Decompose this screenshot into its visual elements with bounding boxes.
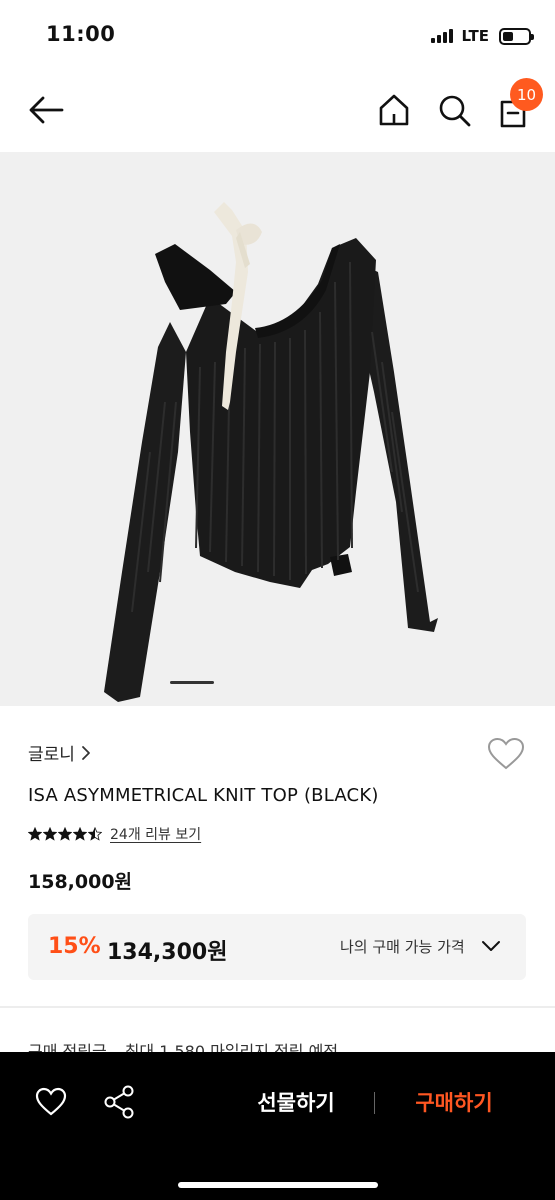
- star-icon: [58, 827, 72, 841]
- brand-link[interactable]: 글로니: [28, 740, 91, 765]
- product-image-carousel[interactable]: [0, 152, 555, 706]
- section-divider: [0, 1006, 555, 1008]
- top-nav-bar: [0, 70, 555, 152]
- star-icon: [28, 827, 42, 841]
- back-arrow-icon[interactable]: [26, 92, 66, 128]
- original-price: 158,000원: [28, 871, 133, 893]
- rating-row: 24개 리뷰 보기: [28, 824, 201, 844]
- review-link[interactable]: 24개 리뷰 보기: [110, 824, 201, 844]
- search-icon[interactable]: [436, 92, 472, 128]
- carousel-indicator: [170, 681, 214, 684]
- status-indicators: LTE: [431, 24, 534, 48]
- chevron-down-icon: [482, 941, 500, 951]
- heart-icon[interactable]: [34, 1086, 68, 1118]
- buy-button[interactable]: 구매하기: [392, 1082, 516, 1122]
- gift-button[interactable]: 선물하기: [236, 1082, 356, 1122]
- star-icon: [88, 827, 102, 841]
- product-title: ISA ASYMMETRICAL KNIT TOP (BLACK): [28, 785, 379, 806]
- my-price-box[interactable]: 15% 134,300원 나의 구매 가능 가격: [28, 914, 526, 980]
- star-icon: [43, 827, 57, 841]
- status-bar: 11:00 LTE: [0, 0, 555, 70]
- network-label: LTE: [461, 27, 489, 45]
- home-indicator[interactable]: [178, 1182, 378, 1188]
- my-price-label: 나의 구매 가능 가격: [340, 938, 465, 956]
- battery-level: [503, 31, 513, 41]
- battery-icon: [499, 27, 534, 45]
- star-icon: [73, 827, 87, 841]
- wishlist-heart-icon[interactable]: [486, 736, 526, 772]
- share-icon[interactable]: [102, 1084, 136, 1120]
- button-separator: [374, 1092, 375, 1114]
- chevron-right-icon: [82, 745, 90, 760]
- sale-price: 134,300원: [107, 940, 228, 965]
- signal-icon: [431, 29, 454, 43]
- product-photo: [104, 202, 438, 702]
- discount-percent: 15%: [48, 934, 101, 959]
- status-time: 11:00: [46, 22, 116, 46]
- bottom-action-bar: 선물하기 구매하기: [0, 1052, 555, 1200]
- cart-count-badge: 10: [510, 78, 543, 111]
- star-rating: [28, 827, 102, 841]
- brand-name: 글로니: [28, 745, 75, 765]
- home-icon[interactable]: [376, 92, 412, 128]
